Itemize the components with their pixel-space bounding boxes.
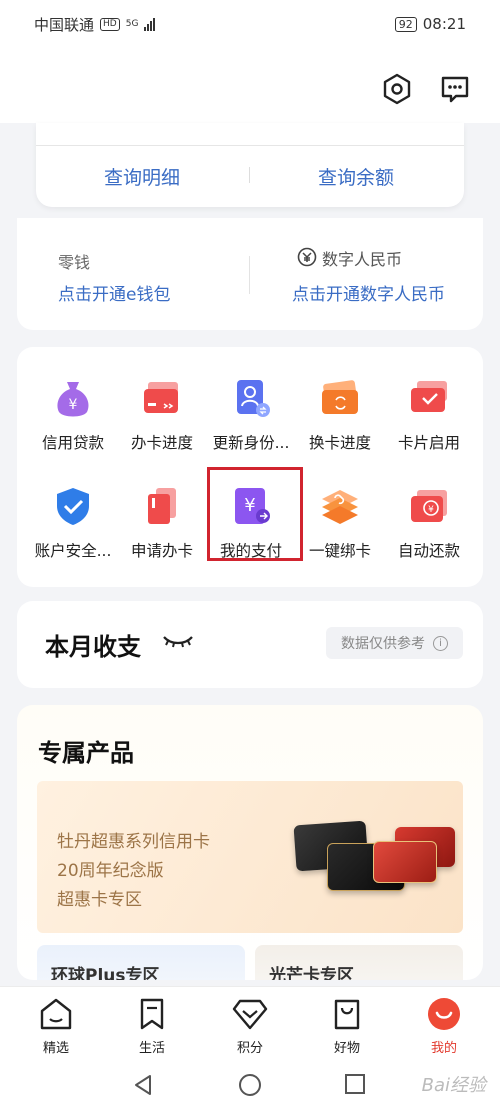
tab-life[interactable]: 生活 <box>122 995 182 1056</box>
service-auto-repay[interactable]: ¥ 自动还款 <box>381 455 477 560</box>
service-card-exchange[interactable]: 换卡进度 <box>292 347 388 452</box>
tab-home[interactable]: 精选 <box>26 995 86 1056</box>
banner-line: 牡丹超惠系列信用卡 <box>57 832 210 852</box>
home-icon <box>26 995 86 1033</box>
service-link-cards[interactable]: 一键绑卡 <box>292 455 388 560</box>
service-card-activate[interactable]: 卡片启用 <box>381 347 477 452</box>
back-triangle-icon[interactable] <box>132 1073 154 1101</box>
service-account-security[interactable]: 账户安全... <box>25 455 121 560</box>
carrier-name: 中国联通 <box>34 15 95 34</box>
card-progress-icon <box>139 375 185 421</box>
data-notice-pill[interactable]: 数据仅供参考 i <box>326 627 463 659</box>
eye-closed-icon[interactable] <box>161 631 195 655</box>
tab-mine[interactable]: 我的 <box>414 995 474 1056</box>
service-card-progress[interactable]: 办卡进度 <box>114 347 210 452</box>
open-ewallet-link[interactable]: 点击开通e钱包 <box>58 280 170 305</box>
card-apply-icon <box>139 483 185 529</box>
card-activate-icon <box>406 375 452 421</box>
svg-text:¥: ¥ <box>428 505 434 515</box>
wallet-card: 零钱 点击开通e钱包 数字人民币 点击开通数字人民币 <box>17 218 483 330</box>
service-label: 一键绑卡 <box>308 542 371 560</box>
id-update-icon <box>228 375 274 421</box>
system-nav-bar: Bai经验 <box>0 1061 500 1111</box>
status-bar: 中国联通 HD 5G 92 08:21 <box>0 0 500 48</box>
service-label: 卡片启用 <box>397 434 460 452</box>
battery-icon: 92 <box>394 16 417 32</box>
query-balance-link[interactable]: 查询余额 <box>318 163 394 190</box>
service-label: 信用贷款 <box>41 434 104 452</box>
signal-icon <box>144 17 156 31</box>
notice-text: 数据仅供参考 <box>341 636 425 652</box>
recents-square-icon[interactable] <box>344 1073 366 1099</box>
sub-card-title: 环球Plus专区 <box>51 966 160 980</box>
divider <box>249 256 250 294</box>
ecny-icon <box>297 247 317 271</box>
tab-label: 精选 <box>42 1041 69 1056</box>
service-grid: ¥ 信用贷款 办卡进度 更新身份... 换卡进度 卡片启用 账户安全... 申请… <box>17 347 483 587</box>
tab-label: 积分 <box>236 1041 263 1056</box>
tab-label: 生活 <box>138 1041 165 1056</box>
service-label: 账户安全... <box>34 542 112 560</box>
tab-label: 好物 <box>333 1041 360 1056</box>
service-label: 办卡进度 <box>130 434 193 452</box>
shopping-bag-icon <box>317 995 377 1033</box>
shield-check-icon <box>50 483 96 529</box>
divider <box>249 167 250 183</box>
status-left: 中国联通 HD 5G <box>34 14 156 35</box>
bottom-tab-bar: 精选 生活 积分 好物 我的 <box>0 986 500 1061</box>
monthly-title: 本月收支 <box>45 633 141 661</box>
watermark: Bai经验 <box>421 1075 486 1096</box>
svg-text:¥: ¥ <box>69 397 78 413</box>
sub-card-title: 光芒卡专区 <box>269 966 354 980</box>
service-label: 换卡进度 <box>308 434 371 452</box>
divider <box>36 145 464 146</box>
service-credit-loan[interactable]: ¥ 信用贷款 <box>25 347 121 452</box>
link-cards-icon <box>317 483 363 529</box>
tab-points[interactable]: 积分 <box>220 995 280 1056</box>
products-card: 专属产品 牡丹超惠系列信用卡 20周年纪念版 超惠卡专区 环球Plus专区 光芒… <box>17 705 483 980</box>
query-detail-link[interactable]: 查询明细 <box>104 163 180 190</box>
message-bubble-icon[interactable] <box>438 72 472 106</box>
diamond-icon <box>220 995 280 1033</box>
change-label: 零钱 <box>58 253 91 272</box>
tab-label: 我的 <box>430 1041 457 1056</box>
monthly-card: 本月收支 数据仅供参考 i <box>17 601 483 688</box>
highlight-box <box>207 467 303 561</box>
glory-card-zone[interactable]: 光芒卡专区 <box>255 945 463 980</box>
global-plus-zone[interactable]: 环球Plus专区 <box>37 945 245 980</box>
service-id-update[interactable]: 更新身份... <box>203 347 299 452</box>
clock: 08:21 <box>422 15 466 33</box>
product-banner[interactable]: 牡丹超惠系列信用卡 20周年纪念版 超惠卡专区 <box>37 781 463 933</box>
service-label: 申请办卡 <box>130 542 193 560</box>
network-type: 5G <box>125 18 139 29</box>
top-header <box>0 48 500 123</box>
service-label: 自动还款 <box>397 542 460 560</box>
ecny-label: 数字人民币 <box>322 250 403 269</box>
auto-repay-icon: ¥ <box>406 483 452 529</box>
hd-badge: HD <box>100 17 120 31</box>
products-title: 专属产品 <box>38 739 134 767</box>
account-card: 查询明细 查询余额 <box>36 123 464 207</box>
status-right: 92 08:21 <box>394 15 466 33</box>
money-bag-icon: ¥ <box>50 375 96 421</box>
service-card-apply[interactable]: 申请办卡 <box>114 455 210 560</box>
settings-hexagon-icon[interactable] <box>380 72 414 106</box>
banner-line: 20周年纪念版 <box>57 861 164 881</box>
service-label: 更新身份... <box>212 434 290 452</box>
open-ecny-link[interactable]: 点击开通数字人民币 <box>292 280 445 305</box>
card-image-red-gold <box>373 841 437 883</box>
card-exchange-icon <box>317 375 363 421</box>
tab-goods[interactable]: 好物 <box>317 995 377 1056</box>
profile-smile-icon <box>414 995 474 1033</box>
home-circle-icon[interactable] <box>238 1073 262 1101</box>
info-icon: i <box>433 635 448 651</box>
banner-line: 超惠卡专区 <box>57 890 142 910</box>
bookmark-icon <box>122 995 182 1033</box>
